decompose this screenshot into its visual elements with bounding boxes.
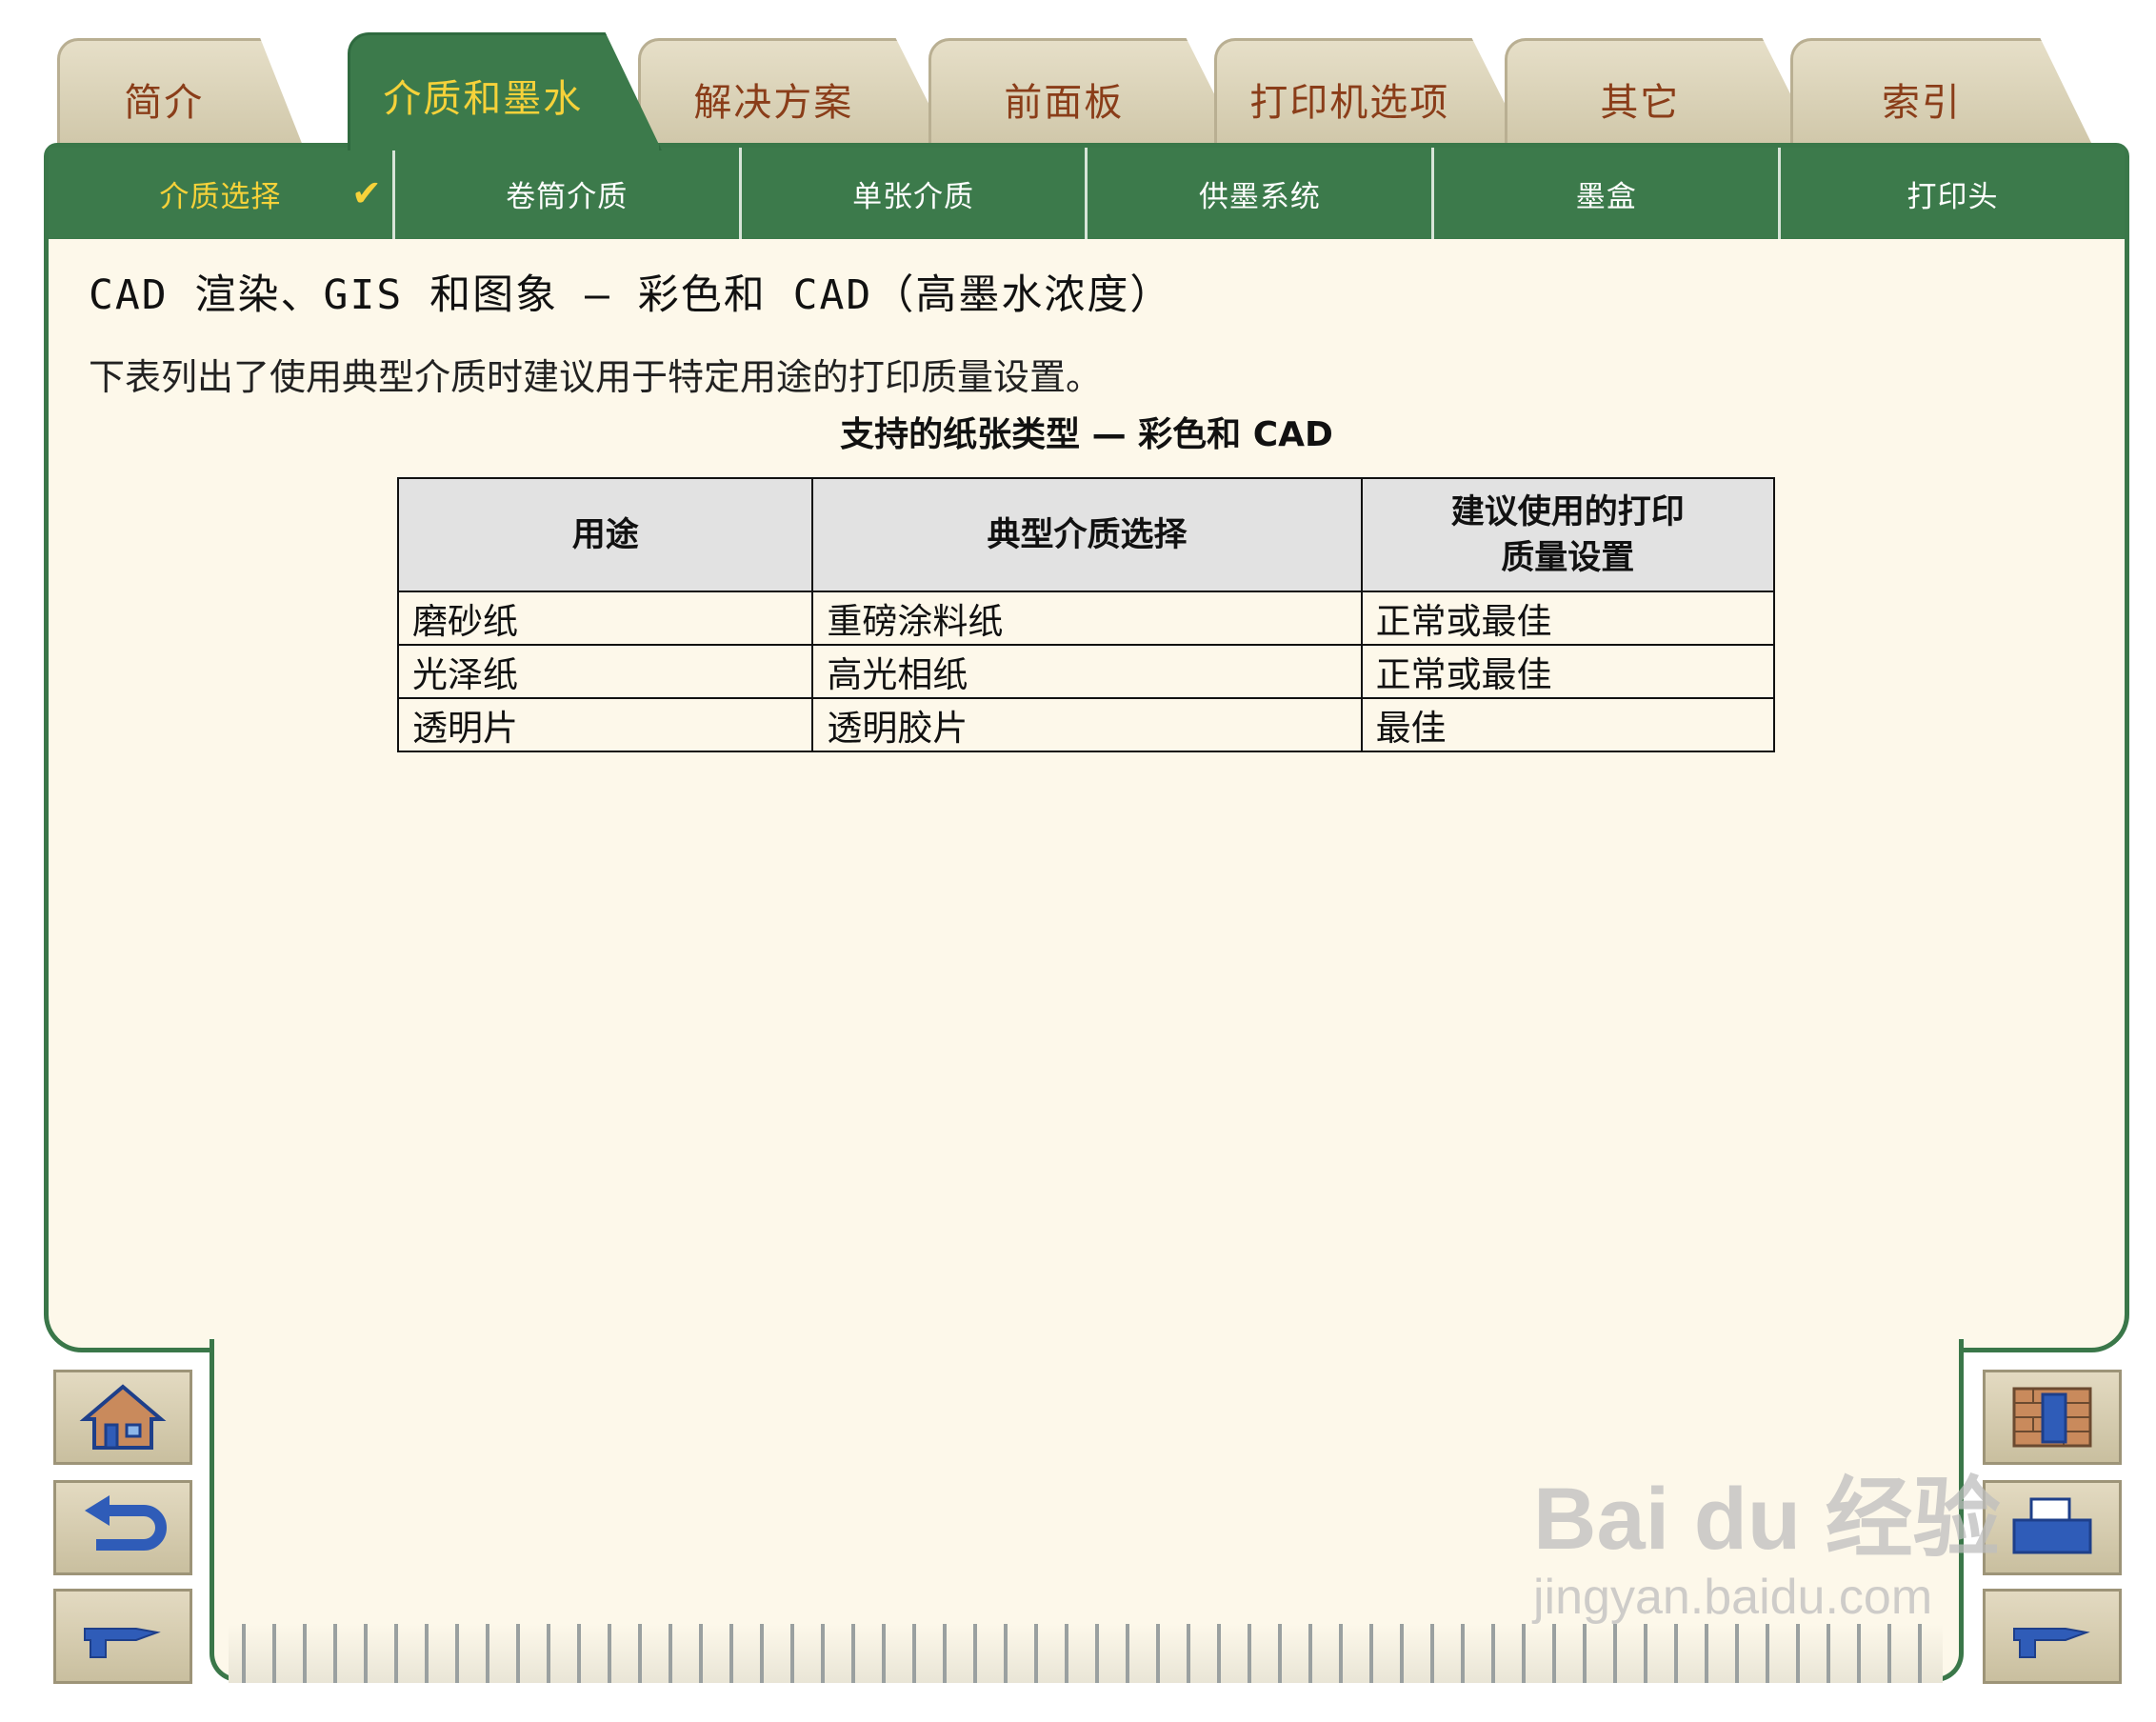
subnav-label: 单张介质 bbox=[852, 179, 975, 214]
subnav-media-selection[interactable]: 介质选择 ✔ bbox=[49, 148, 395, 239]
table-cell: 磨砂纸 bbox=[396, 591, 814, 646]
table-row: 透明片 透明胶片 最佳 bbox=[396, 697, 1776, 752]
table-cell: 正常或最佳 bbox=[1360, 591, 1776, 646]
table-cell: 高光相纸 bbox=[811, 644, 1363, 699]
forward-hand-icon bbox=[84, 1628, 161, 1658]
watermark: Bai du 经验 jingyan.baidu.com bbox=[1533, 1448, 2001, 1626]
home-button[interactable] bbox=[53, 1370, 192, 1465]
contents-button[interactable] bbox=[1983, 1370, 2122, 1465]
subnav-ink-system[interactable]: 供墨系统 bbox=[1088, 148, 1435, 239]
table-cell: 最佳 bbox=[1360, 697, 1776, 752]
subnav-printheads[interactable]: 打印头 bbox=[1781, 148, 2125, 239]
subnav-roll-media[interactable]: 卷筒介质 bbox=[395, 148, 742, 239]
table-header-row: 用途 典型介质选择 建议使用的打印 质量设置 bbox=[396, 477, 1776, 592]
intro-text: 下表列出了使用典型介质时建议用于特定用途的打印质量设置。 bbox=[89, 356, 1103, 398]
tab-front-panel[interactable]: 前面板 bbox=[928, 38, 1243, 150]
contents-icon bbox=[2012, 1387, 2092, 1448]
back-icon bbox=[85, 1495, 167, 1551]
paper-type-table: 用途 典型介质选择 建议使用的打印 质量设置 磨砂纸 重磅涂料纸 正常或最佳 光… bbox=[396, 477, 1776, 752]
tab-other[interactable]: 其它 bbox=[1505, 38, 1819, 150]
sub-navigation: 介质选择 ✔ 卷筒介质 单张介质 供墨系统 墨盒 打印头 bbox=[49, 148, 2125, 239]
subnav-label: 打印头 bbox=[1906, 179, 1999, 214]
tab-intro[interactable]: 简介 bbox=[57, 38, 305, 150]
subnav-label: 墨盒 bbox=[1575, 179, 1637, 214]
tab-printer-options[interactable]: 打印机选项 bbox=[1214, 38, 1528, 150]
column-header: 典型介质选择 bbox=[811, 477, 1363, 592]
tab-label: 其它 bbox=[1600, 81, 1681, 125]
printer-icon bbox=[2012, 1497, 2092, 1554]
subnav-label: 介质选择 bbox=[159, 179, 282, 214]
tab-solutions[interactable]: 解决方案 bbox=[638, 38, 952, 150]
table-cell: 正常或最佳 bbox=[1360, 644, 1776, 699]
back-button[interactable] bbox=[53, 1480, 192, 1575]
table-row: 光泽纸 高光相纸 正常或最佳 bbox=[396, 644, 1776, 699]
next-button-right[interactable] bbox=[1983, 1589, 2122, 1684]
next-page-button[interactable] bbox=[53, 1589, 192, 1684]
tab-label: 简介 bbox=[124, 81, 205, 125]
table-cell: 透明片 bbox=[396, 697, 814, 752]
main-tabs: 简介 介质和墨水 解决方案 前面板 打印机选项 其它 索引 bbox=[57, 32, 2095, 156]
tab-label: 打印机选项 bbox=[1249, 81, 1450, 125]
forward-hand-icon bbox=[2013, 1628, 2090, 1658]
page-title: CAD 渲染、GIS 和图象 — 彩色和 CAD（高墨水浓度） bbox=[89, 271, 1173, 319]
subnav-label: 供墨系统 bbox=[1198, 179, 1321, 214]
subnav-sheet-media[interactable]: 单张介质 bbox=[742, 148, 1088, 239]
table-cell: 透明胶片 bbox=[811, 697, 1363, 752]
table-cell: 光泽纸 bbox=[396, 644, 814, 699]
watermark-url: jingyan.baidu.com bbox=[1533, 1570, 1933, 1625]
table-caption: 支持的纸张类型 — 彩色和 CAD bbox=[840, 415, 1333, 454]
column-header: 用途 bbox=[396, 477, 814, 592]
tab-label: 前面板 bbox=[1004, 81, 1125, 125]
tab-index[interactable]: 索引 bbox=[1790, 38, 2095, 150]
table-row: 磨砂纸 重磅涂料纸 正常或最佳 bbox=[396, 591, 1776, 646]
table-cell: 重磅涂料纸 bbox=[811, 591, 1363, 646]
check-icon: ✔ bbox=[350, 172, 383, 214]
home-icon bbox=[79, 1384, 167, 1450]
print-button[interactable] bbox=[1983, 1480, 2122, 1575]
subnav-label: 卷筒介质 bbox=[506, 179, 629, 214]
content-frame: 介质选择 ✔ 卷筒介质 单张介质 供墨系统 墨盒 打印头 CAD 渲染、GIS … bbox=[44, 143, 2129, 1352]
tab-label: 介质和墨水 bbox=[383, 77, 584, 121]
tab-label: 解决方案 bbox=[693, 81, 854, 125]
subnav-ink-cartridges[interactable]: 墨盒 bbox=[1434, 148, 1782, 239]
tab-media-ink[interactable]: 介质和墨水 bbox=[348, 32, 662, 150]
column-header: 建议使用的打印 质量设置 bbox=[1360, 477, 1776, 592]
tab-label: 索引 bbox=[1882, 81, 1963, 125]
watermark-brand: Bai du 经验 bbox=[1533, 1471, 2001, 1568]
spiral-binding bbox=[229, 1624, 1943, 1683]
